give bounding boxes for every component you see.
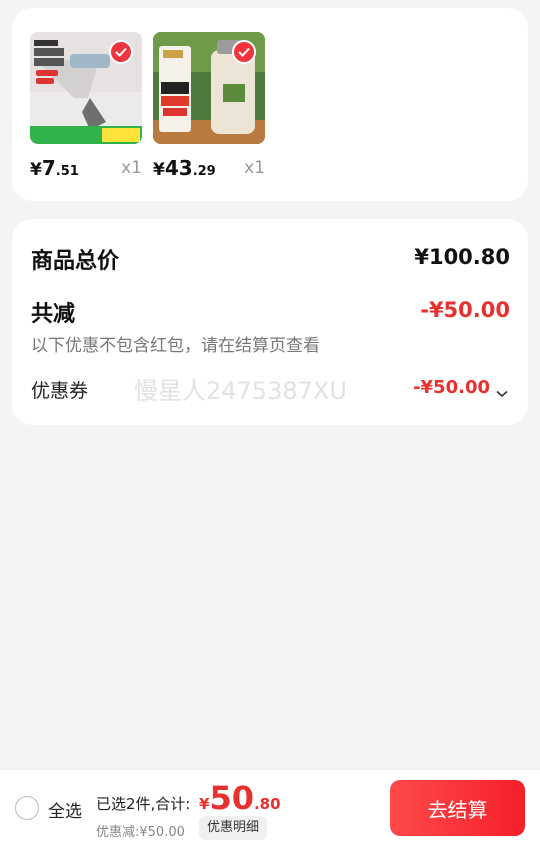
discount-detail-button[interactable]: 优惠明细 [199,816,268,840]
total-value: ¥100.80 [414,245,510,269]
selected-count-text: 已选2件,合计: [96,795,191,813]
select-all-label[interactable]: 全选 [48,797,82,822]
product-thumb-bottle[interactable] [153,32,265,144]
discount-text: 优惠减:¥50.00 [96,825,185,840]
product-item[interactable]: ¥43.29 x1 [153,32,265,180]
product-quantity: x1 [244,158,265,178]
product-price: ¥43.29 [153,156,216,180]
reduce-label: 共减 [31,302,76,327]
chevron-down-icon[interactable] [496,383,508,402]
product-quantity: x1 [121,158,142,178]
select-all-radio[interactable] [15,796,39,820]
checked-icon[interactable] [109,40,133,64]
product-thumb-dispenser[interactable] [30,32,142,144]
checked-icon[interactable] [232,40,256,64]
reduce-value: -¥50.00 [420,298,510,322]
total-payable: ¥50.80 [199,779,281,817]
checkout-bar: 全选 已选2件,合计: ¥50.80 优惠减:¥50.00 优惠明细 去结算 [0,769,540,845]
product-price: ¥7.51 [30,156,79,180]
price-summary-card: 商品总价 ¥100.80 共减 -¥50.00 以下优惠不包含红包，请在结算页查… [12,219,528,425]
coupon-value[interactable]: -¥50.00 [413,377,490,398]
watermark: 慢星人2475387XU [134,377,347,405]
reduce-note: 以下优惠不包含红包，请在结算页查看 [31,336,320,356]
product-item[interactable]: ¥7.51 x1 [30,32,142,180]
total-label: 商品总价 [31,249,120,274]
products-card: ¥7.51 x1 ¥43.29 x1 [12,8,528,201]
checkout-button[interactable]: 去结算 [390,780,525,836]
coupon-label[interactable]: 优惠券 [31,376,88,403]
